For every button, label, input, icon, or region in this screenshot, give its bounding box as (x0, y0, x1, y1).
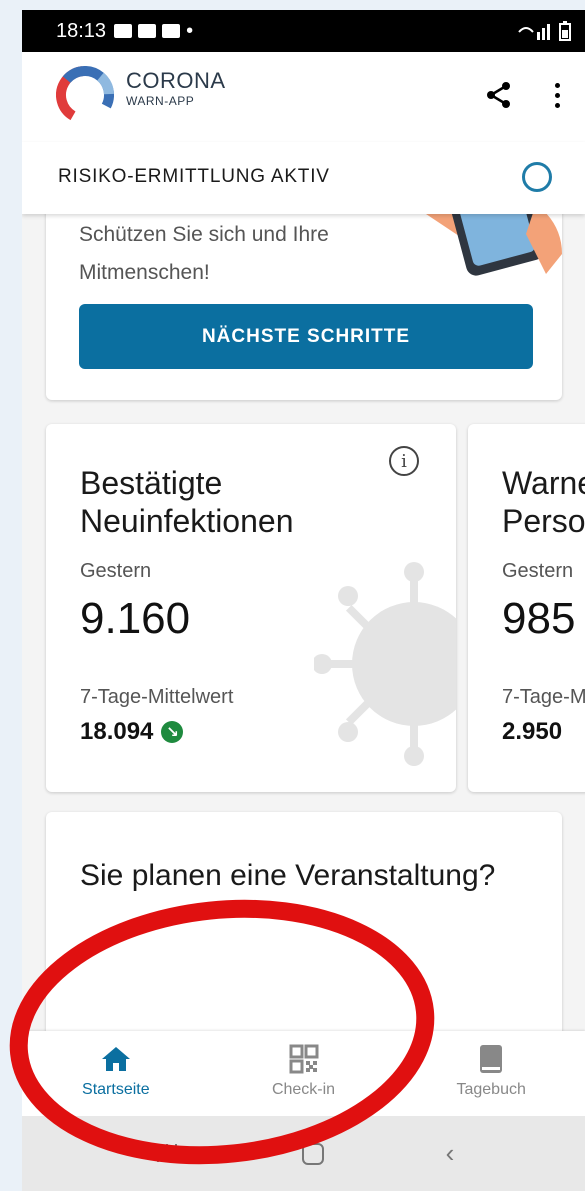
corona-warn-app-logo (56, 66, 114, 124)
system-navigation-bar: ‹ (22, 1116, 585, 1191)
system-icons (517, 21, 571, 41)
dot-icon: • (186, 19, 194, 42)
logo-text: CORONA WARN-APP (126, 68, 226, 108)
infections-title: Bestätigte Neuinfektionen (80, 465, 294, 539)
logo-title: CORONA (126, 68, 226, 93)
home-button-icon[interactable] (302, 1142, 325, 1165)
bottom-navigation: Startseite Check-in Tagebuch (22, 1031, 585, 1116)
image-icon (162, 24, 181, 38)
warnings-avg-value: 2.950 (502, 718, 563, 745)
home-scroll-area[interactable]: Schützen Sie sich und Ihre Mitmenschen! … (22, 214, 585, 1031)
recent-apps-icon[interactable] (153, 1143, 181, 1164)
warnings-title-line2: Perso (502, 503, 585, 539)
warnings-yesterday-label: Gestern (502, 560, 574, 582)
warnings-yesterday-value: 985 (502, 594, 576, 643)
risk-progress-icon (522, 162, 552, 192)
nav-label-startseite: Startseite (82, 1081, 150, 1098)
warnings-title: Warne Perso (502, 464, 585, 540)
yesterday-label: Gestern (80, 560, 152, 582)
info-icon[interactable]: i (389, 446, 419, 476)
status-time: 18:13 (56, 19, 107, 42)
event-card[interactable]: Sie planen eine Veranstaltung? (46, 812, 562, 1031)
protect-card: Schützen Sie sich und Ihre Mitmenschen! … (46, 214, 562, 400)
nav-item-check-in[interactable]: Check-in (210, 1031, 398, 1116)
book-icon (480, 1045, 503, 1073)
home-icon (101, 1047, 130, 1071)
nav-label-check-in: Check-in (271, 1081, 336, 1098)
nav-item-startseite[interactable]: Startseite (22, 1031, 210, 1116)
event-title: Sie planen eine Veranstaltung? (80, 859, 496, 892)
virus-icon (314, 562, 456, 766)
risk-status-bar[interactable]: RISIKO-ERMITTLUNG AKTIV (22, 142, 585, 214)
share-icon[interactable] (482, 78, 516, 112)
battery-icon (559, 21, 571, 41)
warnings-card[interactable]: Warne Perso Gestern 985 7-Tage-M 2.950 (468, 424, 585, 792)
notification-icons: • (114, 20, 193, 43)
avg-value: 18.094 (80, 718, 154, 745)
logo-subtitle: WARN-APP (126, 94, 195, 108)
avg-row: 18.094 ↘ (80, 718, 184, 746)
notification-icon (114, 24, 133, 38)
risk-status-label: RISIKO-ERMITTLUNG AKTIV (58, 166, 330, 187)
avg-label: 7-Tage-Mittelwert (80, 686, 234, 708)
yesterday-value: 9.160 (80, 594, 191, 643)
next-steps-button[interactable]: NÄCHSTE SCHRITTE (79, 304, 533, 369)
protect-text: Schützen Sie sich und Ihre Mitmenschen! (79, 223, 329, 284)
phone-hand-illustration (426, 214, 562, 276)
qr-code-icon (289, 1044, 318, 1074)
warnings-title-line1: Warne (502, 465, 585, 501)
trend-down-icon: ↘ (161, 721, 184, 743)
nav-label-tagebuch: Tagebuch (456, 1081, 526, 1098)
infections-card[interactable]: i Bestätigte Neuinfektionen Gestern 9.16… (46, 424, 456, 792)
signal-icon (518, 24, 550, 40)
back-icon[interactable]: ‹ (446, 1138, 455, 1169)
status-bar: 18:13 • (22, 10, 585, 52)
nav-item-tagebuch[interactable]: Tagebuch (397, 1031, 585, 1116)
more-options-icon[interactable] (542, 78, 572, 112)
app-bar: CORONA WARN-APP (22, 52, 585, 142)
warnings-avg-label: 7-Tage-M (502, 686, 585, 708)
message-icon (138, 24, 157, 38)
phone-screen: 18:13 • CORONA WARN-APP RISIKO-ERMITTLUN… (22, 10, 585, 1191)
